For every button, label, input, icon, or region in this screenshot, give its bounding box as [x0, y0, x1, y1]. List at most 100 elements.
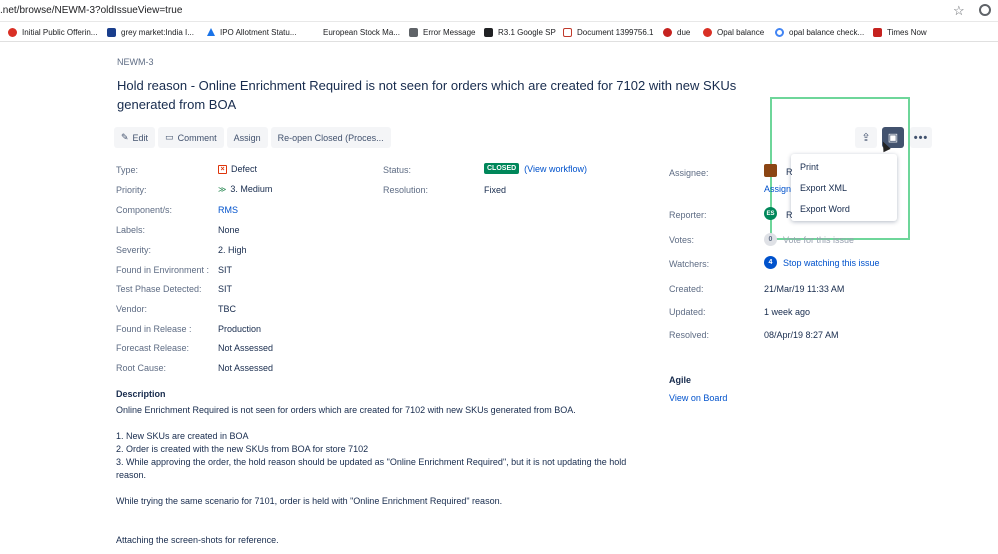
description-line: Online Enrichment Required is not seen f… [116, 405, 576, 415]
bookmark-item[interactable]: R3.1 Google SP [484, 26, 556, 38]
votes-count: 0 [764, 233, 777, 246]
watchers-count: 4 [764, 256, 777, 269]
bookmark-favicon-icon [703, 27, 712, 37]
comment-button[interactable]: ▭ Comment [158, 127, 224, 148]
bookmark-label: opal balance check... [789, 27, 865, 37]
bookmark-star-icon[interactable]: ☆ [953, 3, 965, 19]
bookmark-item[interactable]: Initial Public Offerin... [8, 26, 97, 38]
bookmark-label: IPO Allotment Statu... [220, 27, 297, 37]
description-line: While trying the same scenario for 7101,… [116, 496, 503, 506]
updated-value: 1 week ago [764, 307, 811, 317]
reopen-label: Re-open Closed (Proces... [277, 132, 384, 143]
component-label: Component/s: [116, 205, 173, 215]
bookmark-item[interactable]: European Stock Ma... [309, 26, 400, 38]
priority-label: Priority: [116, 185, 147, 195]
description-line: Attaching the screen-shots for reference… [116, 535, 279, 545]
status-badge: CLOSED [484, 163, 520, 174]
menu-item-export-xml[interactable]: Export XML [800, 183, 847, 193]
type-label: Type: [116, 165, 139, 175]
severity-value: 2. High [218, 245, 247, 255]
bookmark-item[interactable]: Times Now [873, 26, 927, 38]
test-phase-label: Test Phase Detected: [116, 284, 202, 294]
bookmark-label: Opal balance [717, 27, 765, 37]
issue-title: Hold reason - Online Enrichment Required… [117, 78, 737, 112]
vendor-label: Vendor: [116, 304, 148, 314]
bookmark-favicon-icon [107, 27, 116, 37]
edit-label: Edit [132, 132, 149, 143]
issue-toolbar: ✎ Edit ▭ Comment Assign Re-open Closed (Pr… [114, 127, 391, 148]
assign-link[interactable]: Assign [764, 184, 791, 194]
vote-link[interactable]: Vote for this issue [783, 235, 854, 245]
root-cause-label: Root Cause: [116, 363, 167, 373]
menu-item-print[interactable]: Print [800, 162, 819, 172]
updated-label: Updated: [669, 307, 706, 317]
bookmark-item[interactable]: Opal balance [703, 26, 764, 38]
labels-label: Labels: [116, 225, 146, 235]
description-heading: Description [116, 389, 166, 399]
assign-button[interactable]: Assign [226, 127, 268, 148]
menu-item-export-word[interactable]: Export Word [800, 204, 850, 214]
bookmark-label: European Stock Ma... [323, 27, 400, 37]
bookmark-label: R3.1 Google SP [498, 27, 556, 37]
reopen-button[interactable]: Re-open Closed (Proces... [270, 127, 391, 148]
bookmark-item[interactable]: due [663, 26, 690, 38]
description-step: 2. Order is created with the new SKUs fr… [116, 444, 369, 454]
bookmark-item[interactable]: grey market:India I... [107, 26, 194, 38]
forecast-value: Not Assessed [218, 343, 274, 353]
bookmark-favicon-icon [663, 27, 672, 37]
assignee-label: Assignee: [669, 168, 709, 178]
bookmark-item[interactable]: Document 1399756.1 [563, 26, 654, 38]
export-dropdown-menu: Print Export XML Export Word [791, 154, 897, 221]
resolution-label: Resolution: [383, 185, 429, 195]
comment-label: Comment [177, 132, 217, 143]
bookmark-favicon-icon [309, 27, 318, 37]
more-icon: ••• [913, 131, 929, 144]
bookmark-item[interactable]: Error Message [409, 26, 475, 38]
issue-key-breadcrumb[interactable]: NEWM-3 [117, 57, 154, 67]
votes-value: 0 Vote for this issue [764, 233, 854, 246]
google-icon [775, 27, 784, 37]
bookmark-item[interactable]: IPO Allotment Statu... [207, 26, 296, 38]
watchers-label: Watchers: [669, 259, 710, 269]
bookmark-label: Initial Public Offerin... [22, 27, 98, 37]
found-release-label: Found in Release : [116, 324, 192, 334]
reporter-label: Reporter: [669, 210, 707, 220]
bookmark-item[interactable]: opal balance check... [775, 26, 864, 38]
type-text: Defect [231, 164, 258, 174]
severity-label: Severity: [116, 245, 152, 255]
browser-url-bar[interactable]: .net/browse/NEWM-3?oldIssueView=true ☆ [0, 0, 998, 22]
description-step: 1. New SKUs are created in BOA [116, 431, 249, 441]
forecast-label: Forecast Release: [116, 343, 190, 353]
reporter-avatar: ES [764, 207, 777, 220]
bookmark-favicon-icon [409, 27, 418, 37]
component-link[interactable]: RMS [218, 205, 238, 215]
view-workflow-link[interactable]: (View workflow) [524, 164, 587, 174]
type-value: × Defect [218, 164, 257, 174]
bookmark-label: grey market:India I... [121, 27, 194, 37]
bookmark-label: Document 1399756.1 [577, 27, 654, 37]
found-env-label: Found in Environment : [116, 265, 210, 275]
bookmark-label: Times Now [887, 27, 927, 37]
bookmark-label: due [677, 27, 691, 37]
created-value: 21/Mar/19 11:33 AM [764, 284, 845, 294]
status-label: Status: [383, 165, 412, 175]
assignee-avatar [764, 164, 777, 177]
bookmark-label: Error Message [423, 27, 476, 37]
stop-watching-link[interactable]: Stop watching this issue [783, 258, 880, 268]
root-cause-value: Not Assessed [218, 363, 274, 373]
url-text[interactable]: .net/browse/NEWM-3?oldIssueView=true [0, 5, 182, 16]
edit-button[interactable]: ✎ Edit [114, 127, 156, 148]
pencil-icon: ✎ [121, 132, 129, 142]
view-on-board-link[interactable]: View on Board [669, 393, 727, 403]
assign-label: Assign [233, 132, 261, 143]
bookmark-favicon-icon [484, 27, 493, 37]
resolved-label: Resolved: [669, 330, 710, 340]
agile-heading: Agile [669, 375, 692, 385]
resolved-value: 08/Apr/19 8:27 AM [764, 330, 839, 340]
priority-text: 3. Medium [230, 184, 273, 194]
more-actions-button[interactable]: ••• [910, 127, 932, 148]
comment-icon: ▭ [165, 132, 174, 142]
status-value: CLOSED (View workflow) [484, 163, 587, 174]
profile-icon[interactable] [979, 4, 991, 16]
watchers-value: 4 Stop watching this issue [764, 256, 880, 269]
